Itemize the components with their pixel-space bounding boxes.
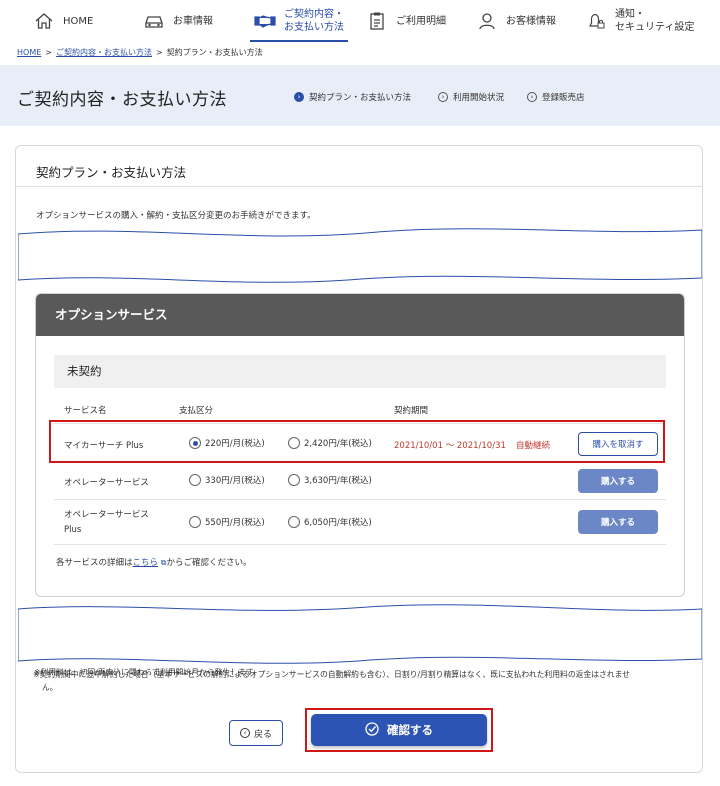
payment-monthly-label: 550円/月(税込) (205, 518, 265, 528)
clipboard-icon (366, 10, 388, 32)
breadcrumb-current: 契約プラン・お支払い方法 (166, 48, 263, 57)
contract-status-heading: 未契約 (54, 355, 666, 388)
subnav-usage-status[interactable]: › 利用開始状況 (438, 91, 504, 103)
page-header: ご契約内容・お支払い方法 › 契約プラン・お支払い方法 › 利用開始状況 › 登… (0, 65, 720, 126)
payment-yearly-radio[interactable]: 6,050円/年(税込) (288, 516, 372, 528)
breadcrumb-home-link[interactable]: HOME (17, 48, 41, 57)
nav-notify-label: 通知・ セキュリティ設定 (615, 8, 694, 34)
bell-lock-icon (585, 10, 607, 32)
subnav-plan-label: 契約プラン・お支払い方法 (309, 93, 412, 103)
nav-customer[interactable]: お客様情報 (476, 0, 556, 42)
card-title: 契約プラン・お支払い方法 (36, 165, 187, 180)
breadcrumb-contract-link[interactable]: ご契約内容・お支払い方法 (56, 47, 152, 58)
divider (16, 186, 702, 187)
highlight-box (49, 420, 665, 463)
purchase-button[interactable]: 購入する (578, 510, 658, 534)
payment-yearly-label: 6,050円/年(税込) (304, 518, 372, 528)
column-header-period: 契約期間 (394, 406, 429, 416)
payment-yearly-radio[interactable]: 3,630円/年(税込) (288, 474, 372, 486)
nav-notify-line2: セキュリティ設定 (615, 22, 695, 33)
service-name: オペレーターサービス (64, 478, 149, 488)
service-name-line1: オペレーターサービス (64, 510, 149, 520)
nav-notify-line1: 通知・ (615, 9, 645, 20)
content-break-top (18, 228, 702, 283)
nav-contract-line1: ご契約内容・ (284, 9, 344, 20)
breadcrumb-separator: > (45, 48, 52, 57)
breadcrumb: HOME > ご契約内容・お支払い方法 > 契約プラン・お支払い方法 (17, 47, 263, 58)
content-break-bottom (18, 604, 702, 664)
chevron-right-icon: › (527, 92, 537, 102)
nav-home[interactable]: HOME (33, 0, 93, 42)
car-icon (143, 10, 165, 32)
confirm-button[interactable]: 確認する (311, 714, 487, 746)
nav-contract[interactable]: ご契約内容・ お支払い方法 (250, 0, 348, 42)
radio-unchecked-icon (189, 516, 201, 528)
service-detail-text: 各サービスの詳細はこちら ⧉からご確認ください。 (56, 556, 251, 568)
radio-unchecked-icon (288, 516, 300, 528)
chevron-right-icon: › (438, 92, 448, 102)
subnav-dealer-label: 登録販売店 (542, 93, 585, 103)
chevron-right-icon: › (294, 92, 304, 102)
payment-monthly-radio[interactable]: 330円/月(税込) (189, 474, 265, 486)
purchase-button[interactable]: 購入する (578, 469, 658, 493)
nav-home-label: HOME (63, 15, 94, 27)
radio-unchecked-icon (288, 474, 300, 486)
subnav-plan[interactable]: › 契約プラン・お支払い方法 (294, 91, 411, 103)
nav-vehicle[interactable]: お車情報 (143, 0, 213, 42)
nav-notify[interactable]: 通知・ セキュリティ設定 (585, 0, 694, 42)
nav-contract-label: ご契約内容・ お支払い方法 (284, 8, 344, 34)
service-name-line2: Plus (64, 525, 82, 535)
service-name: オペレーターサービス Plus (64, 508, 149, 538)
payment-monthly-radio[interactable]: 550円/月(税込) (189, 516, 265, 528)
note-cancellation-cont: ん。 (42, 683, 58, 692)
nav-usage[interactable]: ご利用明細 (366, 0, 446, 42)
detail-suffix: からご確認ください。 (166, 558, 252, 568)
subnav-dealer[interactable]: › 登録販売店 (527, 91, 585, 103)
detail-link[interactable]: こちら (133, 558, 159, 568)
service-row-operator: オペレーターサービス 330円/月(税込) 3,630円/年(税込) 購入する (54, 463, 666, 500)
radio-unchecked-icon (189, 474, 201, 486)
payment-monthly-label: 330円/月(税込) (205, 476, 265, 486)
home-icon (33, 10, 55, 32)
option-panel-title: オプションサービス (36, 294, 684, 336)
page-title: ご契約内容・お支払い方法 (17, 90, 227, 110)
handshake-icon (254, 10, 276, 32)
top-navigation: HOME お車情報 ご契約内容・ お支払い方法 ご利用明細 お客様情報 通知・ (0, 0, 720, 42)
back-button[interactable]: ‹ 戻る (229, 720, 283, 746)
check-circle-icon (365, 721, 379, 739)
arrow-left-icon: ‹ (239, 728, 250, 738)
note-cancellation: ※契約期間中に途中解約した場合（基本サービスの解約によるオプションサービスの自動… (33, 670, 630, 679)
detail-prefix: 各サービスの詳細は (56, 558, 133, 568)
column-header-service: サービス名 (64, 406, 107, 416)
card-description: オプションサービスの購入・解約・支払区分変更のお手続きができます。 (36, 211, 316, 221)
nav-vehicle-label: お車情報 (173, 15, 213, 27)
nav-customer-label: お客様情報 (506, 15, 556, 27)
breadcrumb-separator: > (155, 48, 163, 57)
payment-yearly-label: 3,630円/年(税込) (304, 476, 372, 486)
back-button-label: 戻る (253, 729, 272, 740)
nav-contract-line2: お支払い方法 (284, 22, 344, 33)
nav-usage-label: ご利用明細 (396, 15, 446, 27)
confirm-button-label: 確認する (387, 723, 433, 737)
service-row-operator-plus: オペレーターサービス Plus 550円/月(税込) 6,050円/年(税込) … (54, 500, 666, 545)
column-header-payment: 支払区分 (179, 406, 214, 416)
user-icon (476, 10, 498, 32)
subnav-usage-status-label: 利用開始状況 (453, 93, 505, 103)
